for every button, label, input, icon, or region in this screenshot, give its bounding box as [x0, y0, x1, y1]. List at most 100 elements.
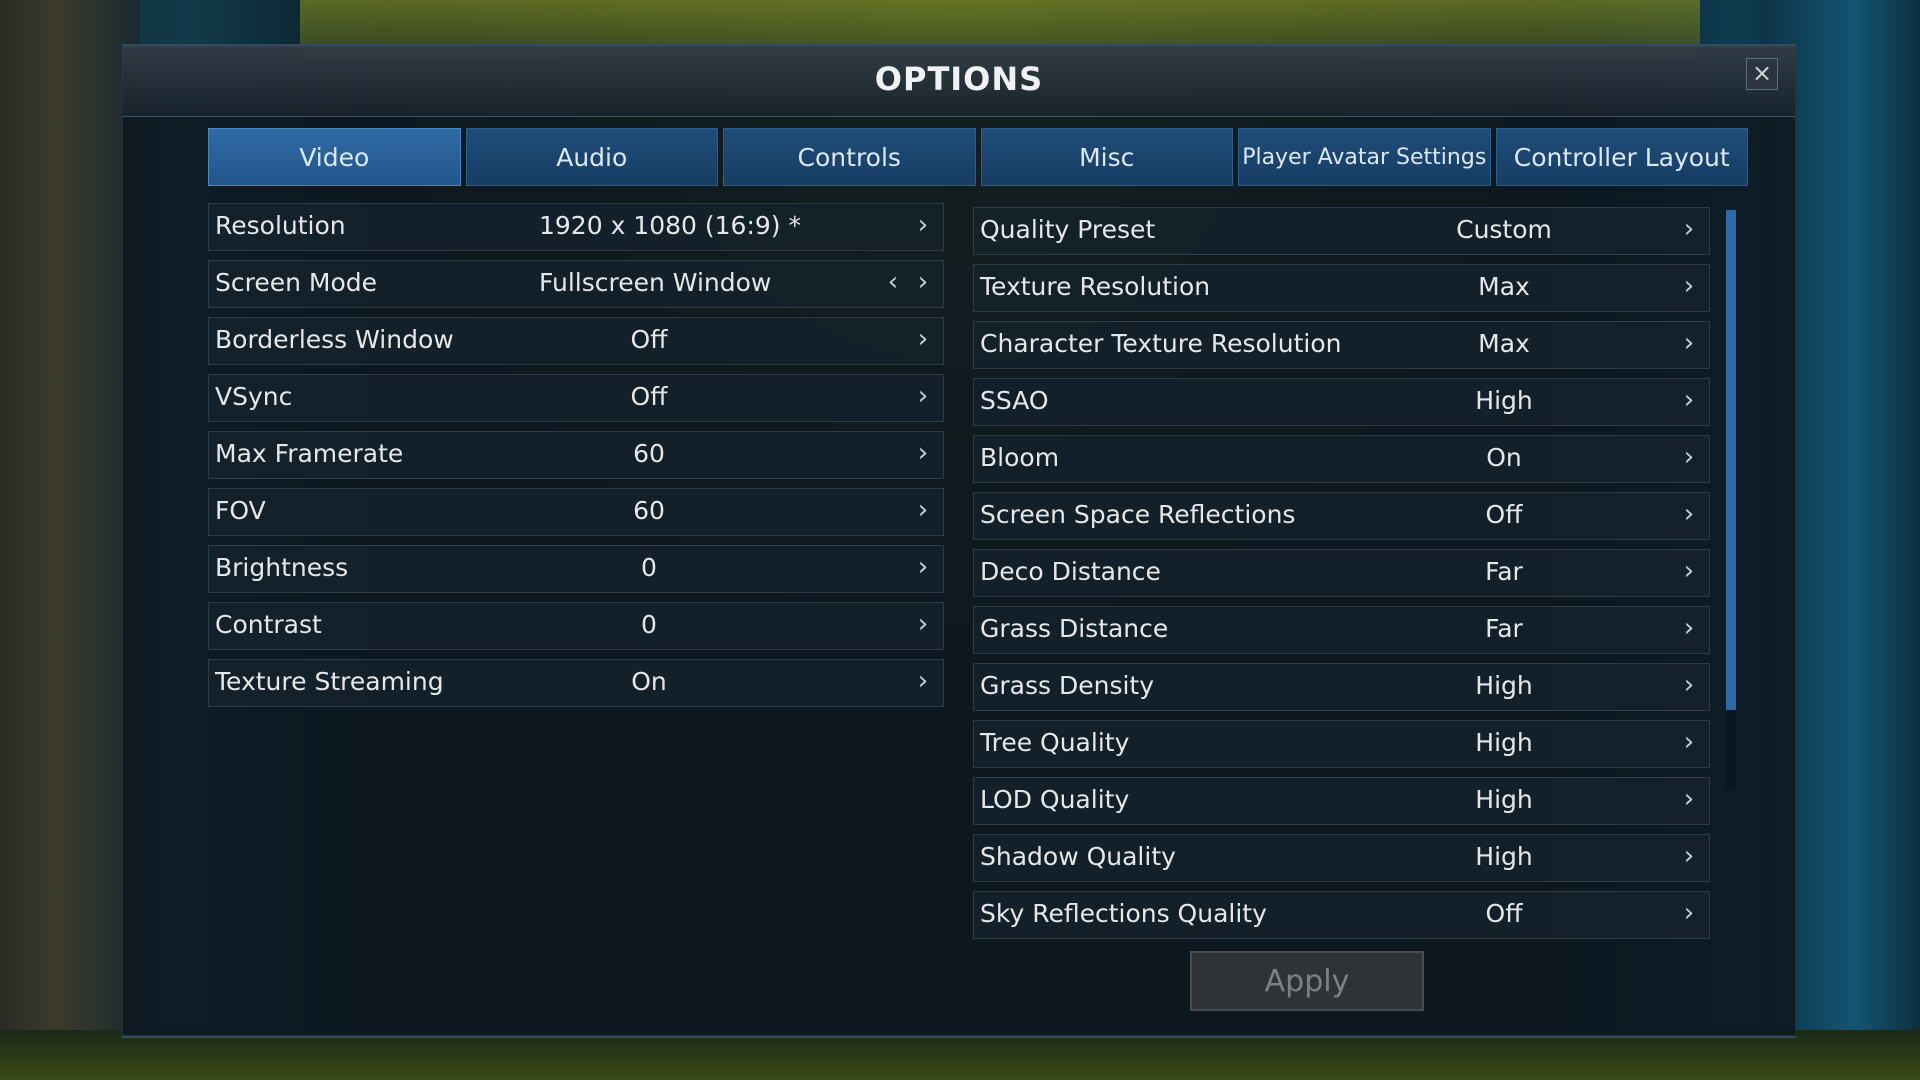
setting-quality-preset[interactable]: Quality Preset Custom ›: [973, 207, 1710, 255]
setting-label: VSync: [215, 382, 293, 411]
setting-value: 60: [633, 439, 665, 468]
setting-label: Quality Preset: [980, 215, 1156, 244]
setting-value: Off: [630, 325, 668, 354]
tab-bar: Video Audio Controls Misc Player Avatar …: [208, 128, 1748, 186]
chevron-right-icon[interactable]: ›: [1679, 556, 1699, 586]
tab-audio[interactable]: Audio: [465, 128, 718, 186]
setting-texture-resolution[interactable]: Texture Resolution Max ›: [973, 264, 1710, 312]
setting-contrast[interactable]: Contrast 0 ›: [208, 602, 944, 650]
setting-value: 0: [641, 553, 657, 582]
chevron-right-icon[interactable]: ›: [1679, 841, 1699, 871]
setting-label: Texture Resolution: [980, 272, 1211, 301]
chevron-right-icon[interactable]: ›: [1679, 214, 1699, 244]
setting-value: Max: [1478, 272, 1530, 301]
setting-value: Off: [1485, 500, 1523, 529]
chevron-right-icon[interactable]: ›: [1679, 898, 1699, 928]
setting-grass-density[interactable]: Grass Density High ›: [973, 663, 1710, 711]
setting-label: Bloom: [980, 443, 1060, 472]
setting-texture-streaming[interactable]: Texture Streaming On ›: [208, 659, 944, 707]
setting-resolution[interactable]: Resolution 1920 x 1080 (16:9) * ›: [208, 203, 944, 251]
setting-value: Off: [630, 382, 668, 411]
setting-tree-quality[interactable]: Tree Quality High ›: [973, 720, 1710, 768]
chevron-right-icon[interactable]: ›: [913, 381, 933, 411]
scrollbar-thumb[interactable]: [1726, 210, 1736, 710]
chevron-right-icon[interactable]: ›: [913, 210, 933, 240]
setting-value: High: [1475, 671, 1533, 700]
setting-vsync[interactable]: VSync Off ›: [208, 374, 944, 422]
setting-bloom[interactable]: Bloom On ›: [973, 435, 1710, 483]
chevron-right-icon[interactable]: ›: [1679, 385, 1699, 415]
setting-fov[interactable]: FOV 60 ›: [208, 488, 944, 536]
tab-controller-layout[interactable]: Controller Layout: [1495, 128, 1748, 186]
chevron-right-icon[interactable]: ›: [1679, 727, 1699, 757]
setting-borderless-window[interactable]: Borderless Window Off ›: [208, 317, 944, 365]
chevron-right-icon[interactable]: ›: [913, 609, 933, 639]
setting-value: 1920 x 1080 (16:9) *: [539, 211, 801, 240]
setting-value: Far: [1485, 557, 1523, 586]
chevron-right-icon[interactable]: ›: [1679, 442, 1699, 472]
title-bar: OPTIONS ×: [122, 46, 1796, 117]
setting-label: Contrast: [215, 610, 322, 639]
chevron-right-icon[interactable]: ›: [913, 552, 933, 582]
setting-character-texture-resolution[interactable]: Character Texture Resolution Max ›: [973, 321, 1710, 369]
setting-brightness[interactable]: Brightness 0 ›: [208, 545, 944, 593]
setting-value: Far: [1485, 614, 1523, 643]
chevron-right-icon[interactable]: ›: [1679, 499, 1699, 529]
setting-value: High: [1475, 728, 1533, 757]
chevron-right-icon[interactable]: ›: [913, 324, 933, 354]
setting-value: On: [631, 667, 667, 696]
close-icon[interactable]: ×: [1746, 58, 1778, 90]
chevron-left-icon[interactable]: ‹: [883, 267, 903, 297]
setting-label: FOV: [215, 496, 266, 525]
setting-label: Tree Quality: [980, 728, 1130, 757]
tab-controls[interactable]: Controls: [723, 128, 976, 186]
setting-label: Borderless Window: [215, 325, 454, 354]
setting-label: Resolution: [215, 211, 346, 240]
setting-label: Brightness: [215, 553, 349, 582]
setting-sky-reflections-quality[interactable]: Sky Reflections Quality Off ›: [973, 891, 1710, 939]
setting-label: Max Framerate: [215, 439, 404, 468]
chevron-right-icon[interactable]: ›: [1679, 271, 1699, 301]
chevron-right-icon[interactable]: ›: [1679, 613, 1699, 643]
chevron-right-icon[interactable]: ›: [913, 495, 933, 525]
setting-max-framerate[interactable]: Max Framerate 60 ›: [208, 431, 944, 479]
tab-misc[interactable]: Misc: [980, 128, 1233, 186]
setting-ssao[interactable]: SSAO High ›: [973, 378, 1710, 426]
chevron-right-icon[interactable]: ›: [1679, 784, 1699, 814]
chevron-right-icon[interactable]: ›: [913, 267, 933, 297]
setting-value: Custom: [1456, 215, 1552, 244]
setting-label: Deco Distance: [980, 557, 1161, 586]
setting-screen-space-reflections[interactable]: Screen Space Reflections Off ›: [973, 492, 1710, 540]
tab-video[interactable]: Video: [208, 128, 461, 186]
setting-value: High: [1475, 842, 1533, 871]
setting-label: Screen Space Reflections: [980, 500, 1296, 529]
setting-label: SSAO: [980, 386, 1049, 415]
chevron-right-icon[interactable]: ›: [913, 438, 933, 468]
setting-label: Character Texture Resolution: [980, 329, 1342, 358]
settings-column-right: Quality Preset Custom › Texture Resoluti…: [973, 207, 1710, 948]
settings-column-left: Resolution 1920 x 1080 (16:9) * › Screen…: [208, 203, 944, 716]
setting-value: Fullscreen Window: [539, 268, 772, 297]
setting-label: Sky Reflections Quality: [980, 899, 1267, 928]
chevron-right-icon[interactable]: ›: [1679, 328, 1699, 358]
setting-value: Off: [1485, 899, 1523, 928]
setting-label: Shadow Quality: [980, 842, 1176, 871]
setting-value: 60: [633, 496, 665, 525]
setting-label: LOD Quality: [980, 785, 1130, 814]
setting-screen-mode[interactable]: Screen Mode Fullscreen Window ‹ ›: [208, 260, 944, 308]
setting-label: Grass Distance: [980, 614, 1169, 643]
chevron-right-icon[interactable]: ›: [913, 666, 933, 696]
tab-player-avatar-settings[interactable]: Player Avatar Settings: [1238, 128, 1491, 186]
apply-button[interactable]: Apply: [1190, 951, 1424, 1011]
setting-shadow-quality[interactable]: Shadow Quality High ›: [973, 834, 1710, 882]
setting-value: High: [1475, 386, 1533, 415]
setting-value: On: [1486, 443, 1522, 472]
setting-deco-distance[interactable]: Deco Distance Far ›: [973, 549, 1710, 597]
chevron-right-icon[interactable]: ›: [1679, 670, 1699, 700]
setting-label: Screen Mode: [215, 268, 378, 297]
options-window: OPTIONS × Video Audio Controls Misc Play…: [122, 44, 1796, 1038]
setting-value: High: [1475, 785, 1533, 814]
setting-value: 0: [641, 610, 657, 639]
setting-lod-quality[interactable]: LOD Quality High ›: [973, 777, 1710, 825]
setting-grass-distance[interactable]: Grass Distance Far ›: [973, 606, 1710, 654]
